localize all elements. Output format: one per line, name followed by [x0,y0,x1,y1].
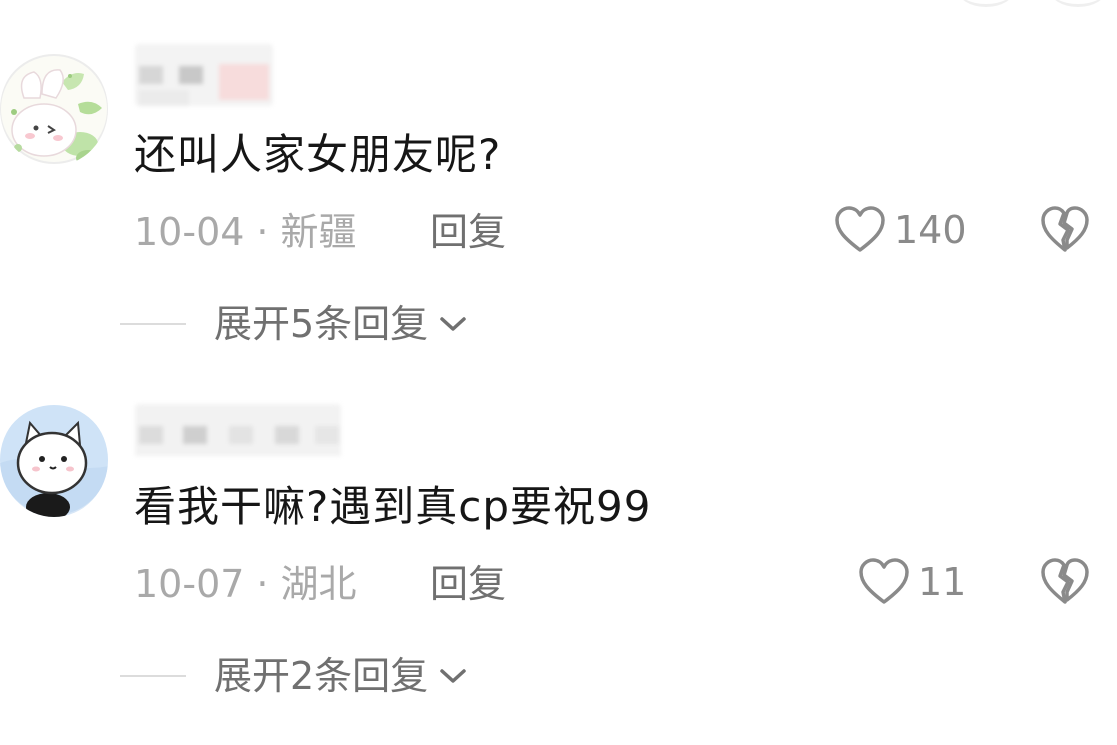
comment-date: 10-04 [134,210,245,254]
comment-location: 湖北 [280,562,357,606]
like-button[interactable]: 11 [858,558,966,606]
heart-icon [859,558,909,604]
expand-replies-label: 展开5条回复 [214,302,429,346]
reply-button[interactable]: 回复 [430,565,506,603]
comment-meta: 10-07 · 湖北 [134,565,357,603]
heart-icon [835,206,885,252]
username-blurred[interactable] [135,44,273,106]
bunny-with-leaves-avatar-icon [0,54,108,166]
divider-line [120,323,186,325]
top-edge-partial-icons [877,0,1117,7]
expand-replies-button[interactable]: 展开5条回复 [120,305,468,343]
avatar[interactable] [0,403,108,517]
like-button[interactable]: 140 [834,206,967,254]
reply-button[interactable]: 回复 [430,213,506,251]
partial-circle-icon [1049,0,1107,7]
username-blurred[interactable] [135,404,341,466]
comment-text: 看我干嘛?遇到真cp要祝99 [134,482,652,531]
comment-section: 还叫人家女朋友呢? 10-04 · 新疆 回复 140 展开5条回复 看我干嘛?… [0,0,1117,745]
dislike-button[interactable] [1040,558,1090,610]
broken-heart-icon [1041,206,1089,252]
divider-line [120,675,186,677]
chevron-down-icon [440,669,466,683]
meta-separator: · [256,562,269,606]
comment-location: 新疆 [280,210,357,254]
avatar[interactable] [0,52,108,166]
like-count: 140 [894,208,967,252]
comment-text: 还叫人家女朋友呢? [134,130,502,179]
broken-heart-icon [1041,558,1089,604]
chevron-down-icon [440,317,466,331]
dislike-button[interactable] [1040,206,1090,258]
expand-replies-label: 展开2条回复 [214,654,429,698]
comment-date: 10-07 [134,562,245,606]
like-count: 11 [918,560,967,604]
white-cat-avatar-icon [0,405,108,517]
partial-circle-icon [957,0,1015,7]
comment-meta: 10-04 · 新疆 [134,213,357,251]
expand-replies-button[interactable]: 展开2条回复 [120,657,468,695]
meta-separator: · [256,210,269,254]
